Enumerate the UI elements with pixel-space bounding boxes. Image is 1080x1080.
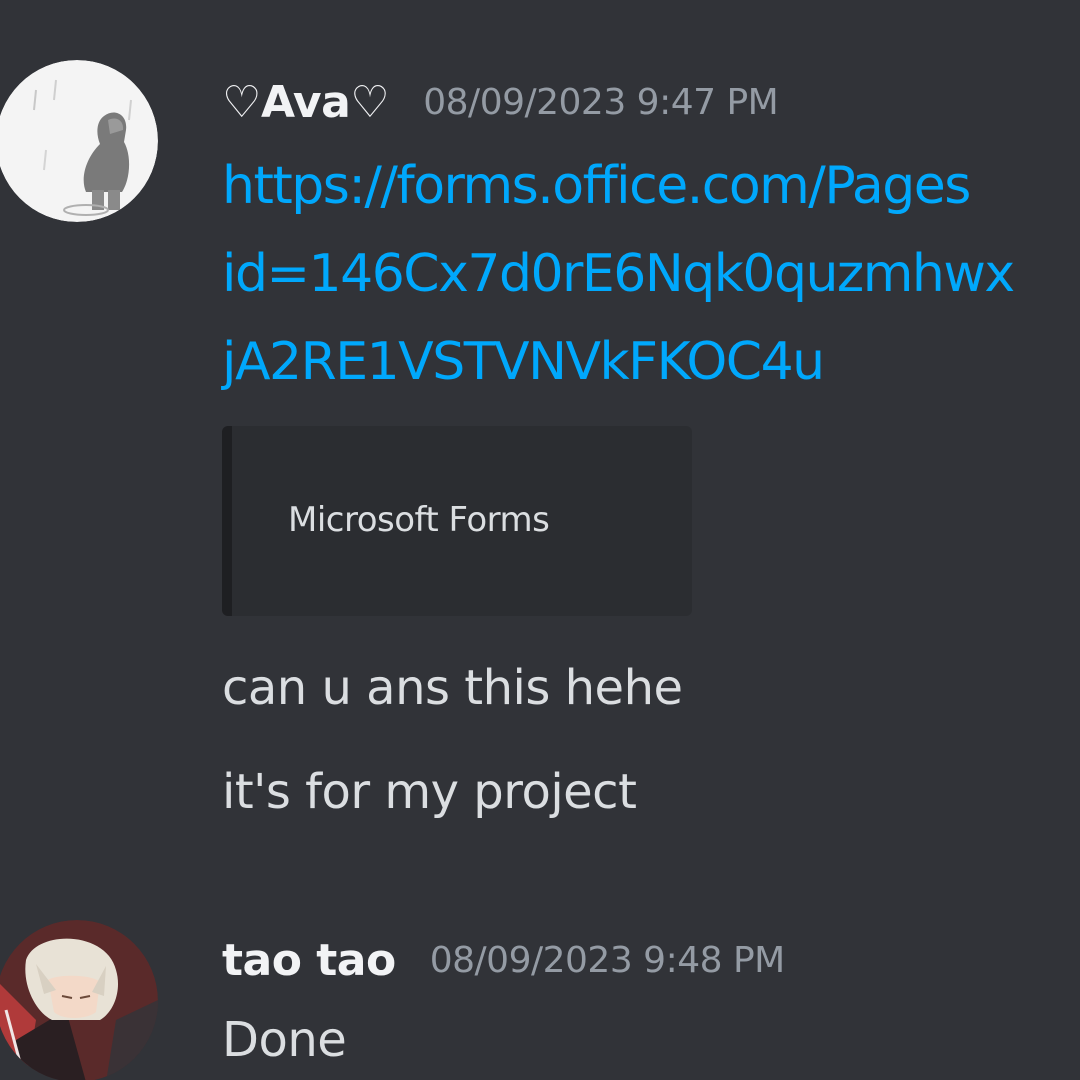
message-text: can u ans this hehe it's for my project [222, 636, 1080, 844]
sketch-figure-avatar-icon [0, 60, 158, 222]
embed-provider[interactable]: Microsoft Forms [288, 500, 550, 540]
message-content: tao tao 08/09/2023 9:48 PM Done [222, 920, 1080, 1080]
timestamp: 08/09/2023 9:48 PM [429, 939, 786, 981]
message-header: ♡Ava♡ 08/09/2023 9:47 PM [222, 60, 1080, 144]
link-embed: Microsoft Forms [222, 426, 692, 616]
username[interactable]: ♡Ava♡ [222, 77, 390, 128]
form-link[interactable]: jA2RE1VSTVNVkFKOC4u [222, 318, 1080, 406]
message-text: Done [222, 994, 1080, 1080]
message-line: it's for my project [222, 764, 637, 820]
message-content: ♡Ava♡ 08/09/2023 9:47 PM https://forms.o… [222, 60, 1080, 844]
anime-character-avatar-icon [0, 920, 158, 1080]
user-avatar[interactable] [0, 60, 158, 222]
chat-log: ♡Ava♡ 08/09/2023 9:47 PM https://forms.o… [0, 0, 1080, 1080]
message-line: can u ans this hehe [222, 660, 683, 716]
username[interactable]: tao tao [222, 935, 396, 986]
message-header: tao tao 08/09/2023 9:48 PM [222, 920, 1080, 1000]
timestamp: 08/09/2023 9:47 PM [423, 81, 779, 123]
form-link[interactable]: https://forms.office.com/Pages [222, 142, 1080, 230]
message-line: Done [222, 1012, 347, 1068]
user-avatar[interactable] [0, 920, 158, 1080]
form-link[interactable]: id=146Cx7d0rE6Nqk0quzmhwx [222, 230, 1080, 318]
message-link-block: https://forms.office.com/Pages id=146Cx7… [222, 142, 1080, 406]
